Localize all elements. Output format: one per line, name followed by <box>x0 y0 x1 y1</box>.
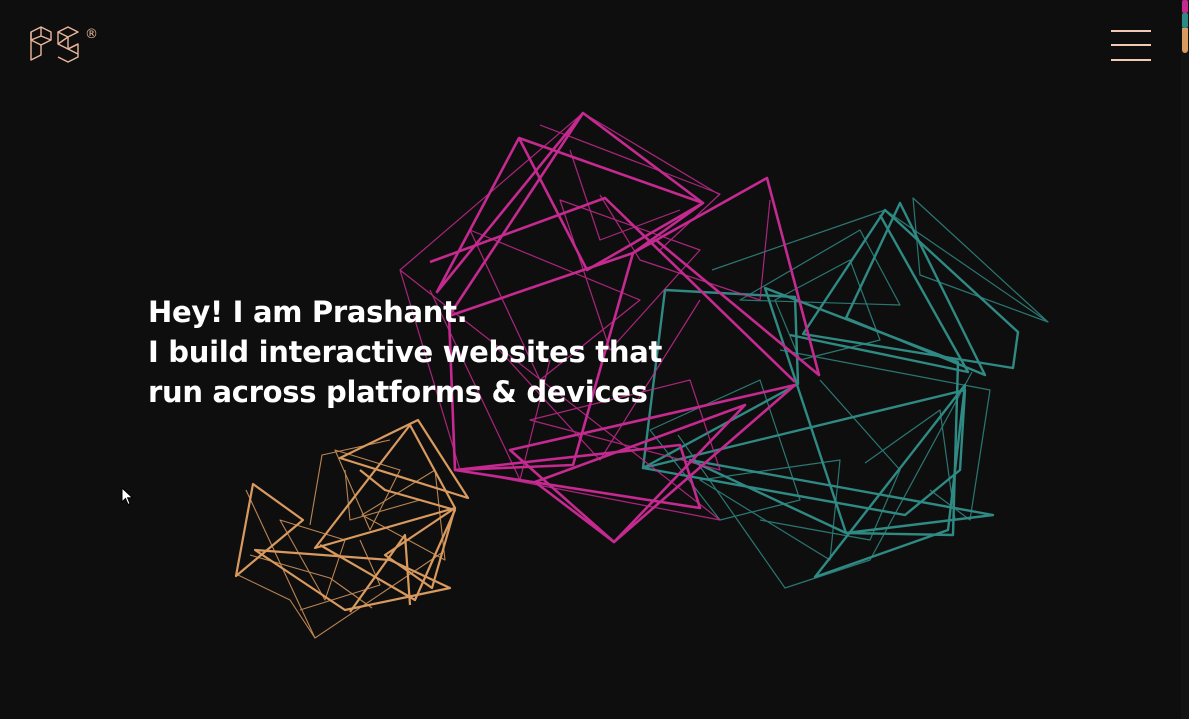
scroll-segment-magenta <box>1182 0 1188 13</box>
hero-line-2: I build interactive websites that <box>148 335 663 369</box>
scroll-segment-teal <box>1182 13 1188 28</box>
orange-wireframe-shape <box>234 418 470 639</box>
mouse-cursor-icon <box>121 487 134 506</box>
hero-line-1: Hey! I am Prashant. <box>148 295 468 329</box>
hero-heading: Hey! I am Prashant. I build interactive … <box>148 292 688 412</box>
scroll-indicator[interactable] <box>1181 0 1189 719</box>
teal-wireframe-shape <box>641 197 1049 589</box>
scroll-segment-orange <box>1182 28 1188 53</box>
hero-line-3: run across platforms & devices <box>148 375 648 409</box>
